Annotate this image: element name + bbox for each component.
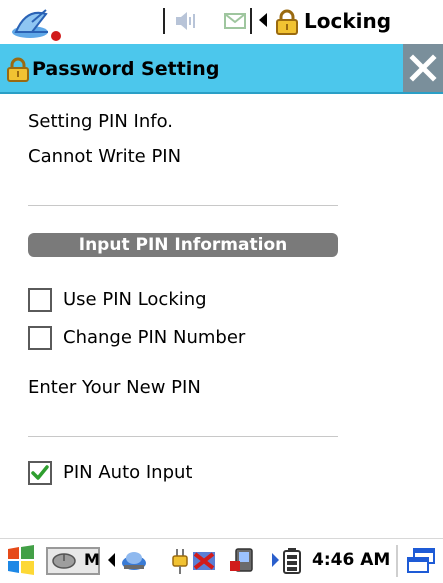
mail-icon[interactable] — [224, 12, 246, 30]
pin-auto-input-label[interactable]: PIN Auto Input — [63, 461, 192, 485]
title-bar: Password Setting — [0, 44, 443, 94]
windows-start-icon[interactable] — [4, 543, 38, 577]
change-pin-number-checkbox[interactable] — [28, 326, 52, 350]
battery-icon[interactable] — [282, 547, 302, 575]
page-title: Password Setting — [32, 58, 220, 80]
taskbar-right-arrow-icon[interactable] — [272, 553, 279, 567]
section-header-input-pin: Input PIN Information — [28, 233, 338, 257]
lock-icon — [7, 57, 29, 82]
locking-status-label[interactable]: Locking — [304, 8, 391, 34]
info-text-setting: Setting PIN Info. — [28, 111, 173, 132]
sync-icon[interactable] — [190, 549, 218, 575]
satellite-dish-icon[interactable] — [6, 2, 66, 42]
device-icon[interactable] — [228, 547, 260, 575]
status-separator — [250, 8, 252, 34]
enter-new-pin-label: Enter Your New PIN — [28, 377, 201, 398]
status-separator — [163, 8, 165, 34]
status-bar: Locking — [0, 0, 443, 44]
network-icon[interactable] — [120, 547, 148, 573]
taskbar-left-arrow-icon[interactable] — [108, 553, 115, 567]
use-pin-locking-label[interactable]: Use PIN Locking — [63, 288, 207, 312]
change-pin-number-label[interactable]: Change PIN Number — [63, 326, 245, 350]
taskbar-separator — [396, 545, 398, 577]
close-icon — [409, 54, 437, 82]
left-arrow-icon[interactable] — [259, 13, 267, 27]
taskbar: M 4:46 AM — [0, 538, 443, 583]
divider — [28, 436, 338, 437]
taskbar-window-label[interactable]: M — [84, 549, 100, 571]
close-button[interactable] — [403, 44, 443, 92]
taskbar-clock[interactable]: 4:46 AM — [312, 549, 390, 571]
mouse-icon — [52, 553, 76, 569]
desktop-switch-icon[interactable] — [406, 547, 436, 575]
info-text-cannot-write: Cannot Write PIN — [28, 146, 182, 167]
lock-icon[interactable] — [274, 8, 300, 36]
speaker-icon[interactable] — [174, 10, 198, 32]
power-plug-icon[interactable] — [170, 547, 190, 575]
pin-auto-input-checkbox[interactable] — [28, 461, 52, 485]
use-pin-locking-checkbox[interactable] — [28, 288, 52, 312]
divider — [28, 205, 338, 206]
checkmark-icon — [31, 465, 49, 480]
